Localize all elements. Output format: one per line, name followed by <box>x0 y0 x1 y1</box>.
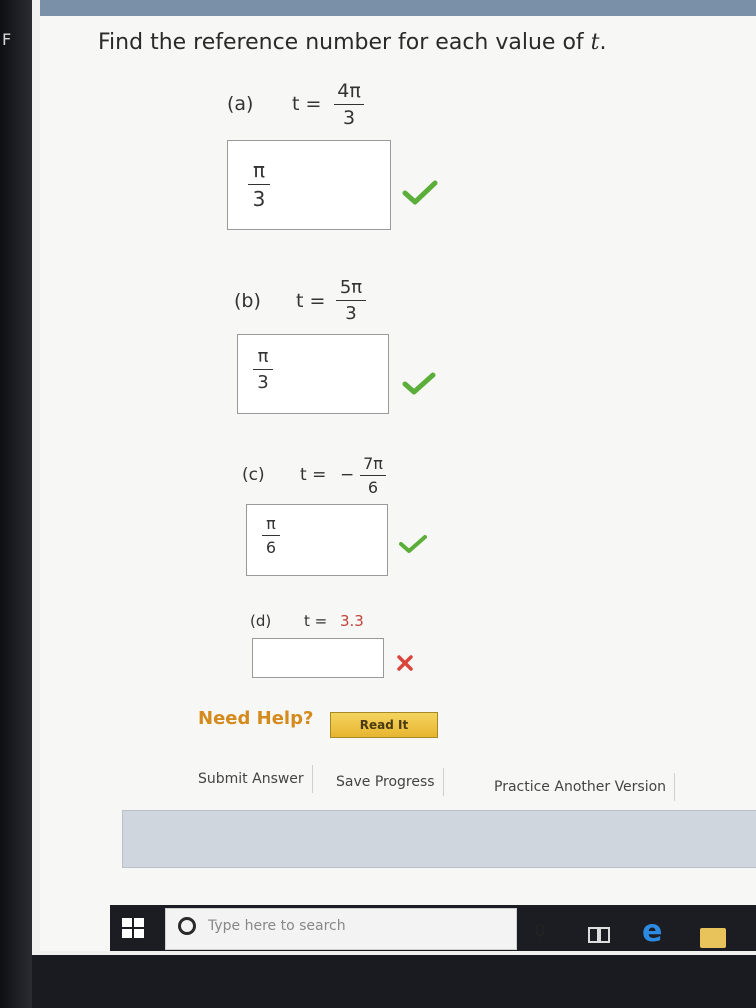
read-it-button[interactable]: Read It <box>330 712 438 738</box>
edge-letter: F <box>2 30 12 49</box>
equation-prefix: t = <box>304 612 328 630</box>
question-title: Find the reference number for each value… <box>98 30 607 55</box>
cross-icon <box>397 655 413 671</box>
fraction-bar <box>253 369 273 370</box>
minus-sign: − <box>340 465 355 485</box>
part-label: (b) <box>234 290 261 312</box>
answer-denominator: 6 <box>265 538 277 557</box>
fraction-numerator: 7π <box>363 454 383 473</box>
answer-numerator: π <box>266 514 276 533</box>
fraction-denominator: 3 <box>345 303 357 324</box>
need-help-label: Need Help? <box>198 708 314 729</box>
answer-denominator: 3 <box>257 372 269 393</box>
answer-box-d[interactable] <box>252 638 384 678</box>
fraction-denominator: 6 <box>367 478 379 497</box>
answer-fraction: π 3 <box>253 346 273 393</box>
part-label: (d) <box>250 612 272 630</box>
message-panel <box>122 810 756 868</box>
submit-answer-button[interactable]: Submit Answer <box>190 765 313 793</box>
equation-prefix: t = <box>300 465 327 485</box>
answer-numerator: π <box>257 346 269 367</box>
edge-browser-icon[interactable]: e <box>642 914 662 949</box>
search-placeholder: Type here to search <box>208 918 346 934</box>
cortana-icon <box>178 917 196 935</box>
practice-another-version-button[interactable]: Practice Another Version <box>486 773 676 801</box>
fraction-numerator: 5π <box>339 277 363 298</box>
answer-denominator: 3 <box>252 187 266 211</box>
fraction-bar <box>262 535 280 536</box>
monitor-bezel <box>0 0 32 1008</box>
t-value: 3.3 <box>340 612 364 630</box>
check-icon <box>399 535 427 553</box>
check-icon <box>402 180 438 205</box>
t-fraction: 4π 3 <box>334 80 364 129</box>
file-explorer-icon[interactable] <box>700 928 726 948</box>
fraction-bar <box>334 104 364 105</box>
fraction-bar <box>360 475 386 476</box>
fraction-numerator: 4π <box>337 80 361 102</box>
part-label: (a) <box>227 93 254 115</box>
windows-start-icon[interactable] <box>122 918 144 938</box>
check-icon <box>402 372 436 395</box>
fraction-bar <box>248 184 270 185</box>
t-fraction: 5π 3 <box>336 277 366 324</box>
header-strip <box>40 0 756 16</box>
fraction-bar <box>336 300 366 301</box>
save-progress-button[interactable]: Save Progress <box>328 768 444 796</box>
equation-prefix: t = <box>292 93 322 115</box>
microphone-icon[interactable] <box>534 924 546 942</box>
answer-fraction: π 3 <box>248 158 270 211</box>
answer-numerator: π <box>252 158 266 182</box>
answer-fraction: π 6 <box>262 514 280 557</box>
equation-prefix: t = <box>296 290 326 312</box>
t-fraction: 7π 6 <box>360 454 386 497</box>
fraction-denominator: 3 <box>342 107 356 129</box>
task-view-icon[interactable] <box>588 926 610 944</box>
part-label: (c) <box>242 465 265 485</box>
